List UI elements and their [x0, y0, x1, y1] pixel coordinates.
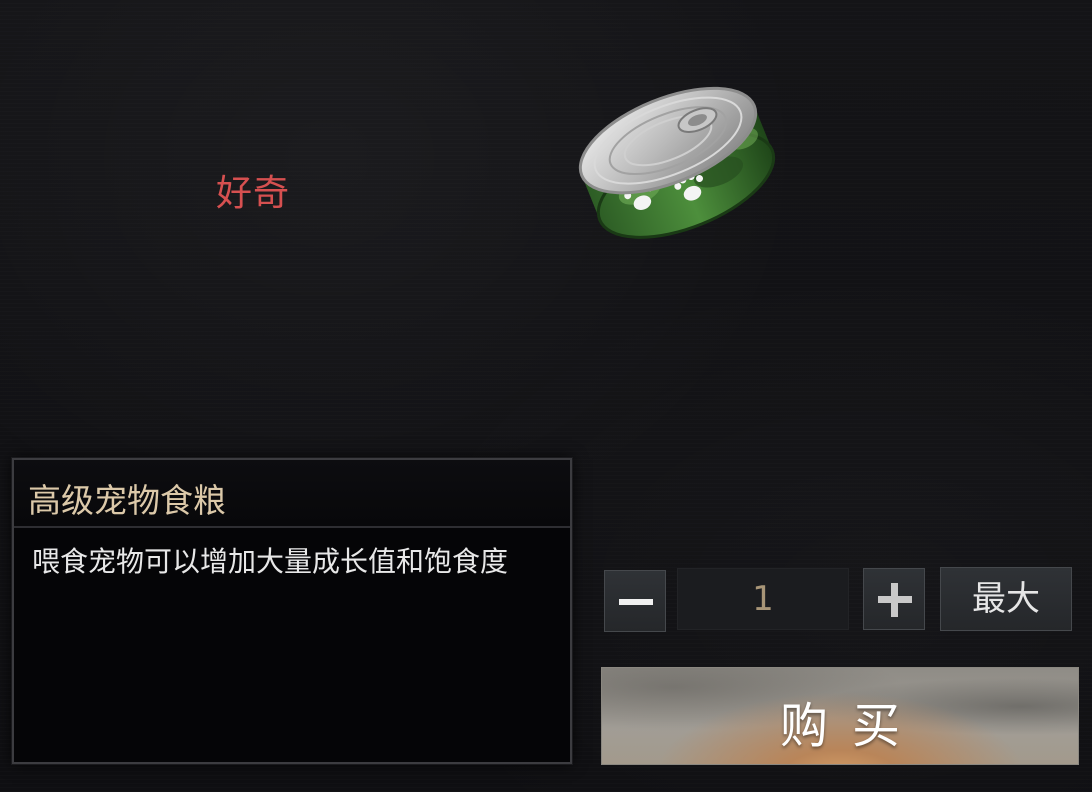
- pet-food-can-icon: [556, 48, 786, 243]
- buy-button[interactable]: 购买: [601, 667, 1079, 765]
- buy-button-label: 购买: [779, 698, 924, 754]
- decrease-quantity-button[interactable]: [604, 570, 666, 632]
- quantity-input[interactable]: 1: [677, 568, 849, 630]
- item-info-panel: 高级宠物食粮 喂食宠物可以增加大量成长值和饱食度: [12, 458, 572, 764]
- plus-icon-vertical: [891, 583, 898, 617]
- item-title-bar: 高级宠物食粮: [14, 460, 570, 528]
- pet-mood-label: 好奇: [216, 173, 291, 214]
- item-description: 喂食宠物可以增加大量成长值和饱食度: [32, 545, 509, 578]
- item-name: 高级宠物食粮: [28, 481, 226, 520]
- minus-icon: [619, 599, 653, 605]
- increase-quantity-button[interactable]: [863, 568, 925, 630]
- max-quantity-button[interactable]: 最大: [940, 567, 1072, 631]
